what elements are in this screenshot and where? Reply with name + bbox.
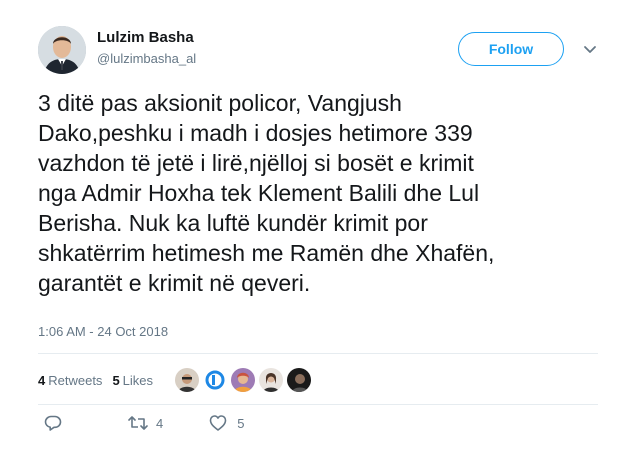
- retweet-icon: [128, 414, 148, 432]
- tweet-text: 3 ditë pas aksionit policor, Vangjush Da…: [38, 90, 495, 296]
- follow-button[interactable]: Follow: [458, 32, 564, 66]
- likes-count: 5: [112, 372, 120, 388]
- author-avatar[interactable]: [38, 26, 86, 74]
- author-name[interactable]: Lulzim Basha: [97, 29, 194, 46]
- retweets-count: 4: [38, 372, 46, 388]
- heart-icon: [209, 414, 227, 432]
- likes-stat[interactable]: 5 Likes: [112, 373, 153, 388]
- tweet-actions: 4 5: [38, 414, 244, 432]
- reply-button[interactable]: [44, 414, 68, 432]
- avatar[interactable]: [175, 368, 200, 392]
- divider: [38, 353, 598, 354]
- chevron-down-icon[interactable]: [582, 41, 598, 57]
- author-handle[interactable]: @lulzimbasha_al: [97, 51, 196, 66]
- avatar[interactable]: [203, 368, 228, 392]
- avatar[interactable]: [259, 368, 284, 392]
- avatar[interactable]: [231, 368, 256, 392]
- tweet-timestamp[interactable]: 1:06 AM - 24 Oct 2018: [38, 324, 168, 339]
- tweet-stats: 4 Retweets 5 Likes: [38, 364, 315, 396]
- likes-label: Likes: [122, 372, 154, 388]
- reply-icon: [44, 414, 62, 432]
- retweets-stat[interactable]: 4 Retweets: [38, 373, 102, 388]
- like-count: 5: [237, 415, 245, 431]
- retweets-label: Retweets: [48, 372, 103, 388]
- retweet-button[interactable]: 4: [128, 414, 163, 432]
- liker-avatars: [175, 368, 315, 392]
- retweet-count: 4: [156, 415, 164, 431]
- like-button[interactable]: 5: [209, 414, 244, 432]
- divider: [38, 404, 598, 405]
- avatar[interactable]: [287, 368, 312, 392]
